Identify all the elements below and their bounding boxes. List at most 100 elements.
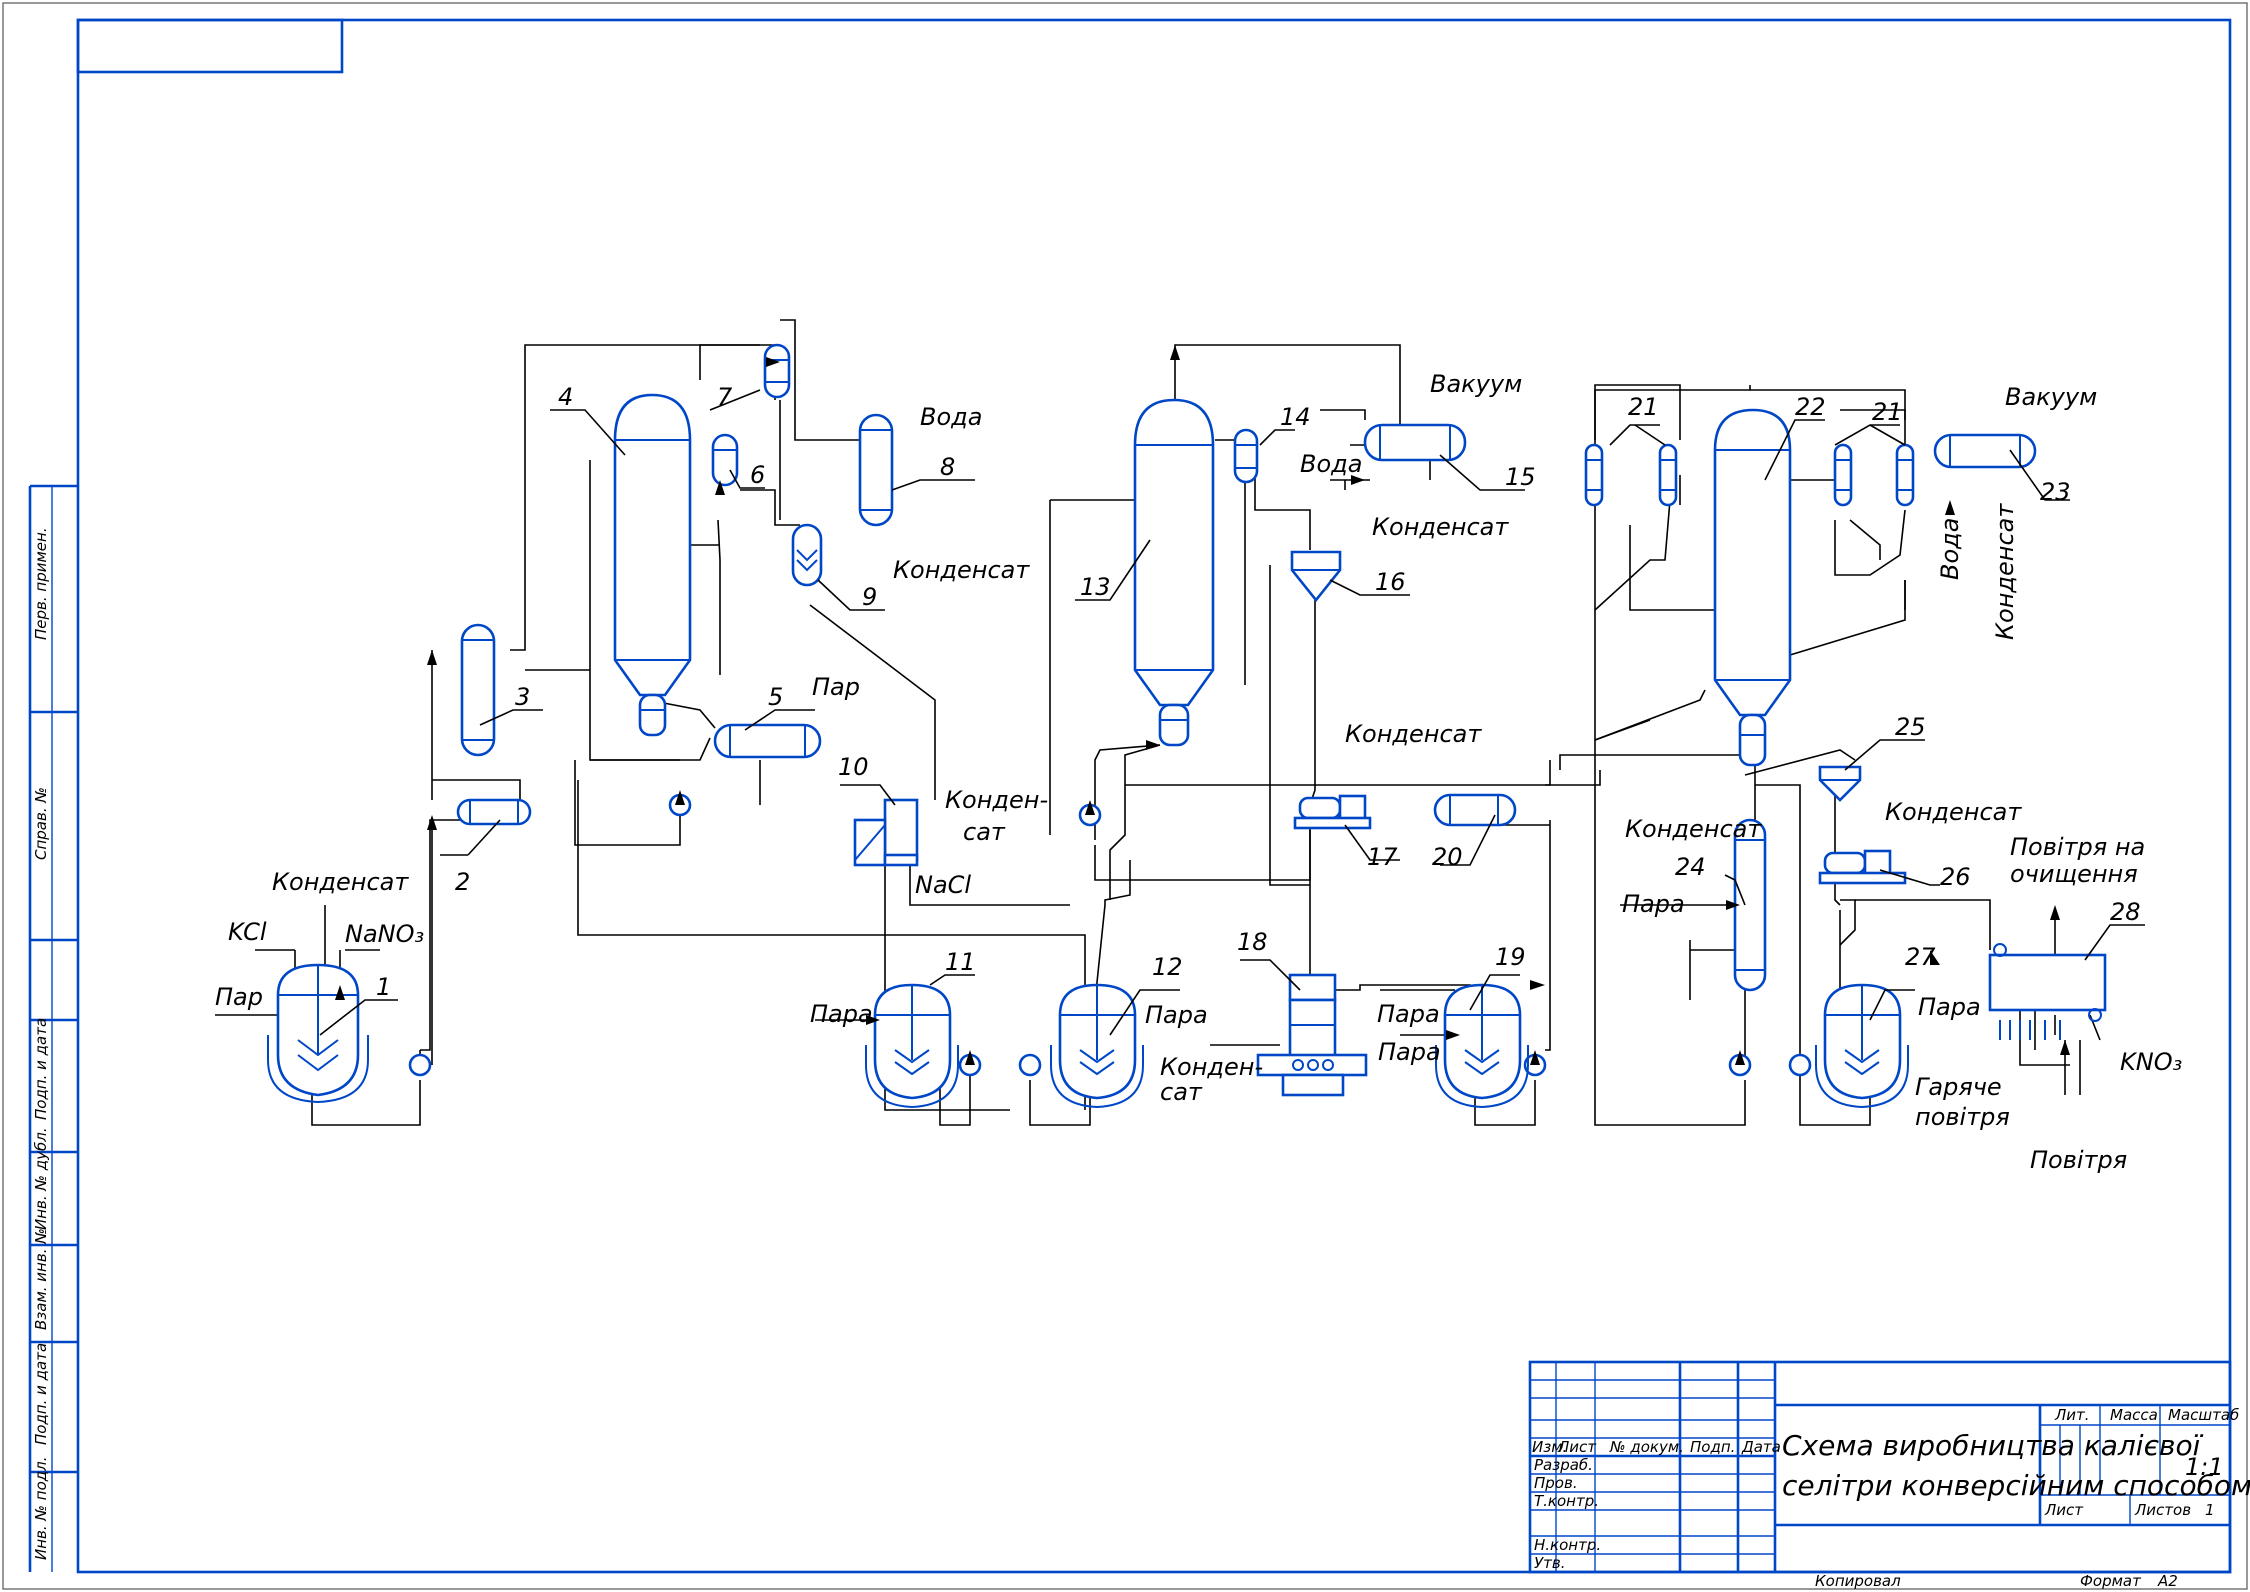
reactor-19 bbox=[1435, 983, 1529, 1109]
num-16: 16 bbox=[1375, 568, 1406, 596]
pump-27 bbox=[1788, 1053, 1812, 1077]
label-steam-1: Пар bbox=[215, 983, 263, 1011]
tb-sign: Подп. bbox=[1690, 1438, 1735, 1456]
tb-utv: Утв. bbox=[1534, 1554, 1566, 1572]
side-stamp-1: Справ. № bbox=[32, 787, 50, 860]
num-27: 27 bbox=[1905, 943, 1936, 971]
tb-prov: Пров. bbox=[1534, 1474, 1578, 1492]
label-steam-5: Пар bbox=[812, 673, 860, 701]
num-21b: 21 bbox=[1872, 398, 1903, 426]
num-2: 2 bbox=[455, 868, 470, 896]
vessel-3 bbox=[460, 623, 496, 757]
num-26: 26 bbox=[1940, 863, 1971, 891]
tb-title-line2: селітри конверсійним способом bbox=[1782, 1469, 2250, 1502]
vessel-2 bbox=[456, 798, 532, 826]
tb-format: Формат bbox=[2080, 1572, 2142, 1590]
tb-sheets-count: 1 bbox=[2205, 1501, 2215, 1519]
label-nacl: NaCl bbox=[915, 871, 971, 899]
label-condensate-18b: сат bbox=[1160, 1078, 1203, 1106]
centrifuge-17 bbox=[1293, 794, 1372, 830]
label-water-15: Вода bbox=[1300, 450, 1362, 478]
tb-sheets: Листов bbox=[2134, 1501, 2191, 1519]
num-10: 10 bbox=[838, 753, 869, 781]
tb-massa: Масса bbox=[2110, 1406, 2158, 1424]
tb-format-value: А2 bbox=[2157, 1572, 2178, 1590]
label-steam-11: Пара bbox=[810, 1000, 873, 1028]
vessel-21b bbox=[1658, 443, 1678, 507]
tb-doc: № докум. bbox=[1609, 1438, 1684, 1456]
label-kno3: KNO₃ bbox=[2120, 1048, 2182, 1076]
tb-date: Дата bbox=[1741, 1438, 1781, 1456]
dryer-18 bbox=[1256, 973, 1368, 1097]
num-4: 4 bbox=[558, 383, 573, 411]
label-steam-12: Пара bbox=[1145, 1001, 1208, 1029]
tb-nkontr: Н.контр. bbox=[1534, 1536, 1601, 1554]
vessel-7 bbox=[763, 343, 791, 399]
vessel-21d bbox=[1895, 443, 1915, 507]
label-vacuum-15: Вакуум bbox=[1430, 370, 1522, 398]
num-15: 15 bbox=[1505, 463, 1536, 491]
reactor-11 bbox=[865, 983, 959, 1109]
label-steam-19b: Пара bbox=[1378, 1038, 1441, 1066]
hopper-25 bbox=[1818, 765, 1862, 802]
side-stamp-3: Инв. № дубл. bbox=[32, 1127, 50, 1230]
tb-scale: 1:1 bbox=[2185, 1453, 2224, 1481]
num-25: 25 bbox=[1895, 713, 1926, 741]
label-condensate-26: Конденсат bbox=[1885, 798, 2022, 826]
side-stamp-0: Перв. примен. bbox=[32, 527, 50, 640]
num-24: 24 bbox=[1675, 853, 1706, 881]
side-stamp-6: Инв. № подл. bbox=[32, 1457, 50, 1560]
centrifuge-26 bbox=[1818, 849, 1907, 885]
num-5: 5 bbox=[768, 683, 783, 711]
num-9: 9 bbox=[862, 583, 877, 611]
vessel-21c bbox=[1833, 443, 1853, 507]
label-condensate-1: Конденсат bbox=[272, 868, 409, 896]
reactor-1 bbox=[267, 963, 369, 1104]
pump-1 bbox=[408, 1053, 432, 1077]
evaporator-4 bbox=[613, 393, 692, 737]
tb-masshtab: Масштаб bbox=[2168, 1406, 2239, 1424]
vessel-21a bbox=[1584, 443, 1604, 507]
num-28: 28 bbox=[2110, 898, 2141, 926]
label-nano3: NaNO₃ bbox=[345, 920, 424, 948]
crystallizer-13 bbox=[1133, 398, 1215, 747]
label-steam-19a: Пара bbox=[1377, 1000, 1440, 1028]
num-17: 17 bbox=[1367, 843, 1398, 871]
label-air: Повітря bbox=[2030, 1146, 2127, 1174]
num-1: 1 bbox=[376, 973, 391, 1001]
tb-razrab: Разраб. bbox=[1534, 1456, 1593, 1474]
label-water-8: Вода bbox=[920, 403, 982, 431]
num-23: 23 bbox=[2040, 478, 2071, 506]
label-condensate-24: Конденсат bbox=[1625, 815, 1762, 843]
num-11: 11 bbox=[945, 948, 976, 976]
crystallizer-22 bbox=[1713, 408, 1792, 767]
process-flow-diagram: Перв. примен. Справ. № Подп. и дата Инв.… bbox=[2, 2, 2250, 1590]
num-20: 20 bbox=[1432, 843, 1463, 871]
reactor-27 bbox=[1815, 983, 1909, 1109]
tb-copied: Копировал bbox=[1815, 1572, 1901, 1590]
reactor-12 bbox=[1050, 983, 1144, 1109]
vessel-14 bbox=[1233, 428, 1259, 484]
label-steam-27: Пара bbox=[1918, 993, 1981, 1021]
vessel-9 bbox=[791, 523, 823, 587]
label-steam-24: Пара bbox=[1622, 890, 1685, 918]
tb-tkontr: Т.контр. bbox=[1534, 1492, 1599, 1510]
num-12: 12 bbox=[1152, 953, 1183, 981]
hopper-16 bbox=[1290, 550, 1342, 603]
num-22: 22 bbox=[1795, 393, 1826, 421]
tb-sheet: Лист bbox=[2044, 1501, 2084, 1519]
num-7: 7 bbox=[717, 383, 733, 411]
num-8: 8 bbox=[940, 453, 955, 481]
pump-11b bbox=[1018, 1053, 1042, 1077]
title-block: Изм. Лист № докум. Подп. Дата Разраб. Пр… bbox=[1528, 1360, 2250, 1590]
leader-lines bbox=[319, 389, 2145, 1036]
tb-title-line1: Схема виробництва калієвої bbox=[1782, 1429, 2204, 1462]
tb-lit: Лит. bbox=[2054, 1406, 2090, 1424]
label-condensate-15: Конденсат bbox=[1372, 513, 1509, 541]
label-condensate-17: Конденсат bbox=[1345, 720, 1482, 748]
label-condensate-10b: сат bbox=[963, 818, 1006, 846]
label-air-cleaning-b: очищення bbox=[2010, 860, 2138, 888]
vessel-20 bbox=[1433, 793, 1517, 827]
condenser-8 bbox=[858, 413, 894, 527]
label-kcl: KCl bbox=[228, 918, 267, 946]
